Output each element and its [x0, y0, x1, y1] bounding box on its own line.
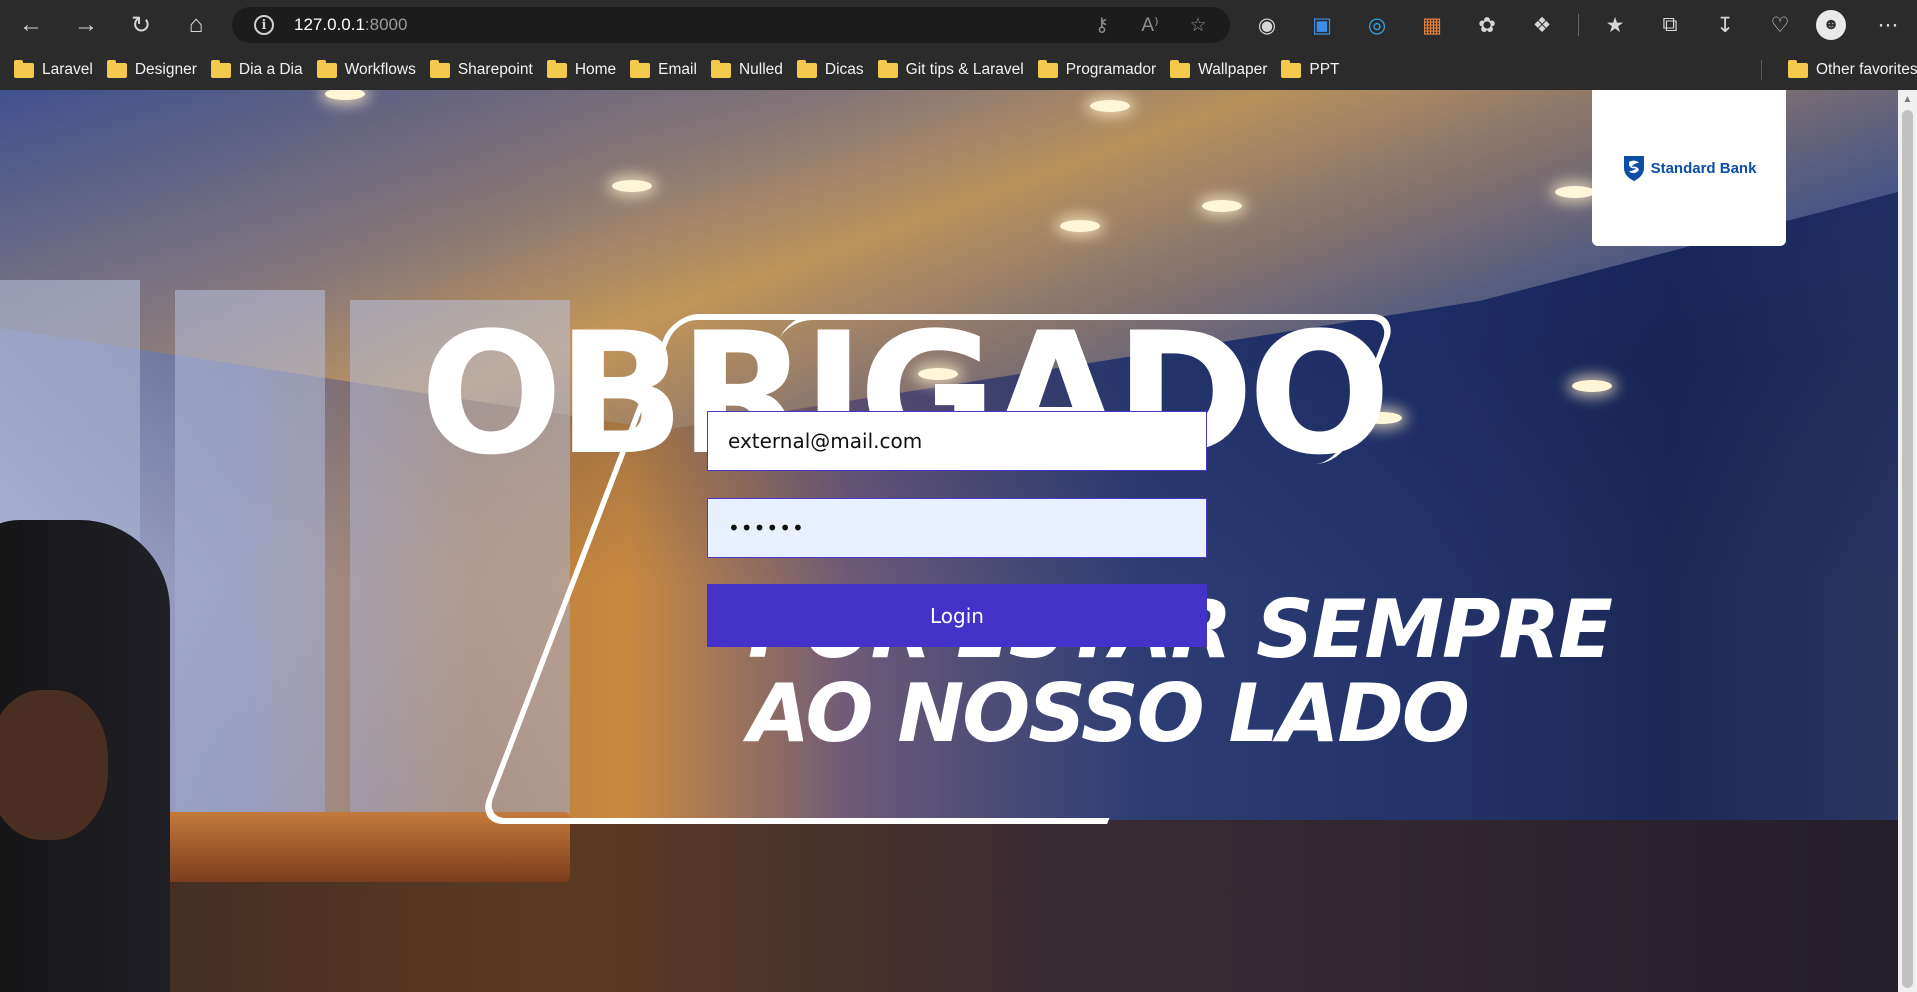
camera-icon[interactable]: ◉ — [1248, 6, 1286, 44]
collections-extension-icon[interactable]: ✿ — [1468, 6, 1506, 44]
bookmark-nulled[interactable]: Nulled — [710, 50, 783, 90]
screen-capture-icon[interactable]: ▣ — [1303, 6, 1341, 44]
password-field[interactable]: •••••• — [707, 498, 1207, 558]
bookmark-dia-a-dia[interactable]: Dia a Dia — [210, 50, 303, 90]
browser-extensions: ◉ ▣ ◎ ▦ ✿ ❖ ★ ⧉ ↧ ♡ ☻ ⋯ — [1248, 6, 1917, 44]
folder-icon — [210, 59, 231, 78]
screenshot-extension-icon[interactable]: ▦ — [1413, 6, 1451, 44]
background-person-hand — [0, 690, 108, 840]
refresh-icon[interactable]: ↻ — [119, 6, 163, 44]
bookmark-workflows[interactable]: Workflows — [316, 50, 416, 90]
read-aloud-icon[interactable]: A⁾ — [1136, 14, 1164, 37]
ceiling-light — [1572, 380, 1612, 392]
extensions-puzzle-icon[interactable]: ❖ — [1523, 6, 1561, 44]
brand-logo: Standard Bank — [1622, 154, 1757, 182]
bookmark-programador[interactable]: Programador — [1037, 50, 1156, 90]
site-info-icon[interactable]: i — [254, 15, 274, 35]
folder-icon — [630, 59, 651, 78]
url-text[interactable]: 127.0.0.1:8000 — [294, 15, 407, 35]
folder-icon — [429, 59, 450, 78]
bookmark-laravel[interactable]: Laravel — [14, 50, 93, 90]
extension-target-icon[interactable]: ◎ — [1358, 6, 1396, 44]
folder-icon — [877, 59, 898, 78]
back-arrow-icon[interactable]: ← — [9, 6, 53, 44]
login-form: external@mail.com •••••• Login — [707, 411, 1207, 647]
toolbar-separator — [1578, 14, 1579, 36]
folder-icon — [316, 59, 337, 78]
hero-subtitle-line-2: AO NOSSO LADO — [748, 667, 1470, 760]
login-button[interactable]: Login — [707, 584, 1207, 647]
scrollbar-thumb[interactable] — [1902, 110, 1913, 988]
downloads-icon[interactable]: ↧ — [1706, 6, 1744, 44]
ceiling-light — [1090, 100, 1130, 112]
bookmark-designer[interactable]: Designer — [106, 50, 197, 90]
collections-icon[interactable]: ⧉ — [1651, 6, 1689, 44]
folder-icon — [14, 59, 34, 78]
bookmark-git-tips[interactable]: Git tips & Laravel — [877, 50, 1024, 90]
page-viewport: OBRIGADO POR ESTAR SEMPRE AO NOSSO LADO … — [0, 90, 1898, 992]
bookmark-other-favorites[interactable]: Other favorites — [1788, 50, 1917, 90]
url-port: :8000 — [364, 15, 408, 34]
forward-arrow-icon[interactable]: → — [64, 6, 108, 44]
window-panel — [175, 290, 325, 840]
folder-icon — [546, 59, 567, 78]
bookmark-ppt[interactable]: PPT — [1281, 50, 1340, 90]
folder-icon — [1788, 59, 1808, 78]
folder-icon — [1170, 59, 1191, 78]
address-bar-icons: ⚷ A⁾ ☆ — [1088, 7, 1212, 43]
ceiling-light — [1060, 220, 1100, 232]
folder-icon — [1037, 59, 1058, 78]
bookmark-email[interactable]: Email — [630, 50, 697, 90]
folder-icon — [106, 59, 127, 78]
email-field[interactable]: external@mail.com — [707, 411, 1207, 471]
folder-icon — [710, 59, 731, 78]
home-icon[interactable]: ⌂ — [174, 6, 218, 44]
more-options-icon[interactable]: ⋯ — [1869, 6, 1907, 44]
favorites-icon[interactable]: ★ — [1596, 6, 1634, 44]
brand-logo-card: Standard Bank — [1592, 90, 1786, 246]
browser-toolbar: ← → ↻ ⌂ i 127.0.0.1:8000 ⚷ A⁾ ☆ ◉ ▣ ◎ ▦ … — [0, 0, 1917, 50]
ceiling-light — [612, 180, 652, 192]
bookmark-home[interactable]: Home — [546, 50, 616, 90]
brand-name: Standard Bank — [1650, 159, 1757, 177]
ceiling-light — [1202, 200, 1242, 212]
bookmark-sharepoint[interactable]: Sharepoint — [429, 50, 533, 90]
bookmark-wallpaper[interactable]: Wallpaper — [1170, 50, 1267, 90]
add-favorite-icon[interactable]: ☆ — [1184, 14, 1212, 37]
page-scrollbar[interactable]: ▲ — [1898, 90, 1917, 992]
folder-icon — [1281, 59, 1302, 78]
ceiling-light — [1555, 186, 1595, 198]
address-bar[interactable]: i 127.0.0.1:8000 ⚷ A⁾ ☆ — [232, 7, 1230, 43]
key-icon[interactable]: ⚷ — [1088, 14, 1116, 37]
url-host: 127.0.0.1 — [294, 15, 365, 34]
bookmark-dicas[interactable]: Dicas — [796, 50, 864, 90]
bookmarks-divider — [1761, 60, 1762, 80]
shield-logo-icon — [1623, 156, 1644, 181]
folder-icon — [796, 59, 817, 78]
browser-essentials-icon[interactable]: ♡ — [1761, 6, 1799, 44]
profile-avatar[interactable]: ☻ — [1816, 10, 1846, 40]
scroll-up-arrow-icon[interactable]: ▲ — [1898, 90, 1917, 108]
bookmarks-bar: Laravel Designer Dia a Dia Workflows Sha… — [0, 50, 1917, 90]
